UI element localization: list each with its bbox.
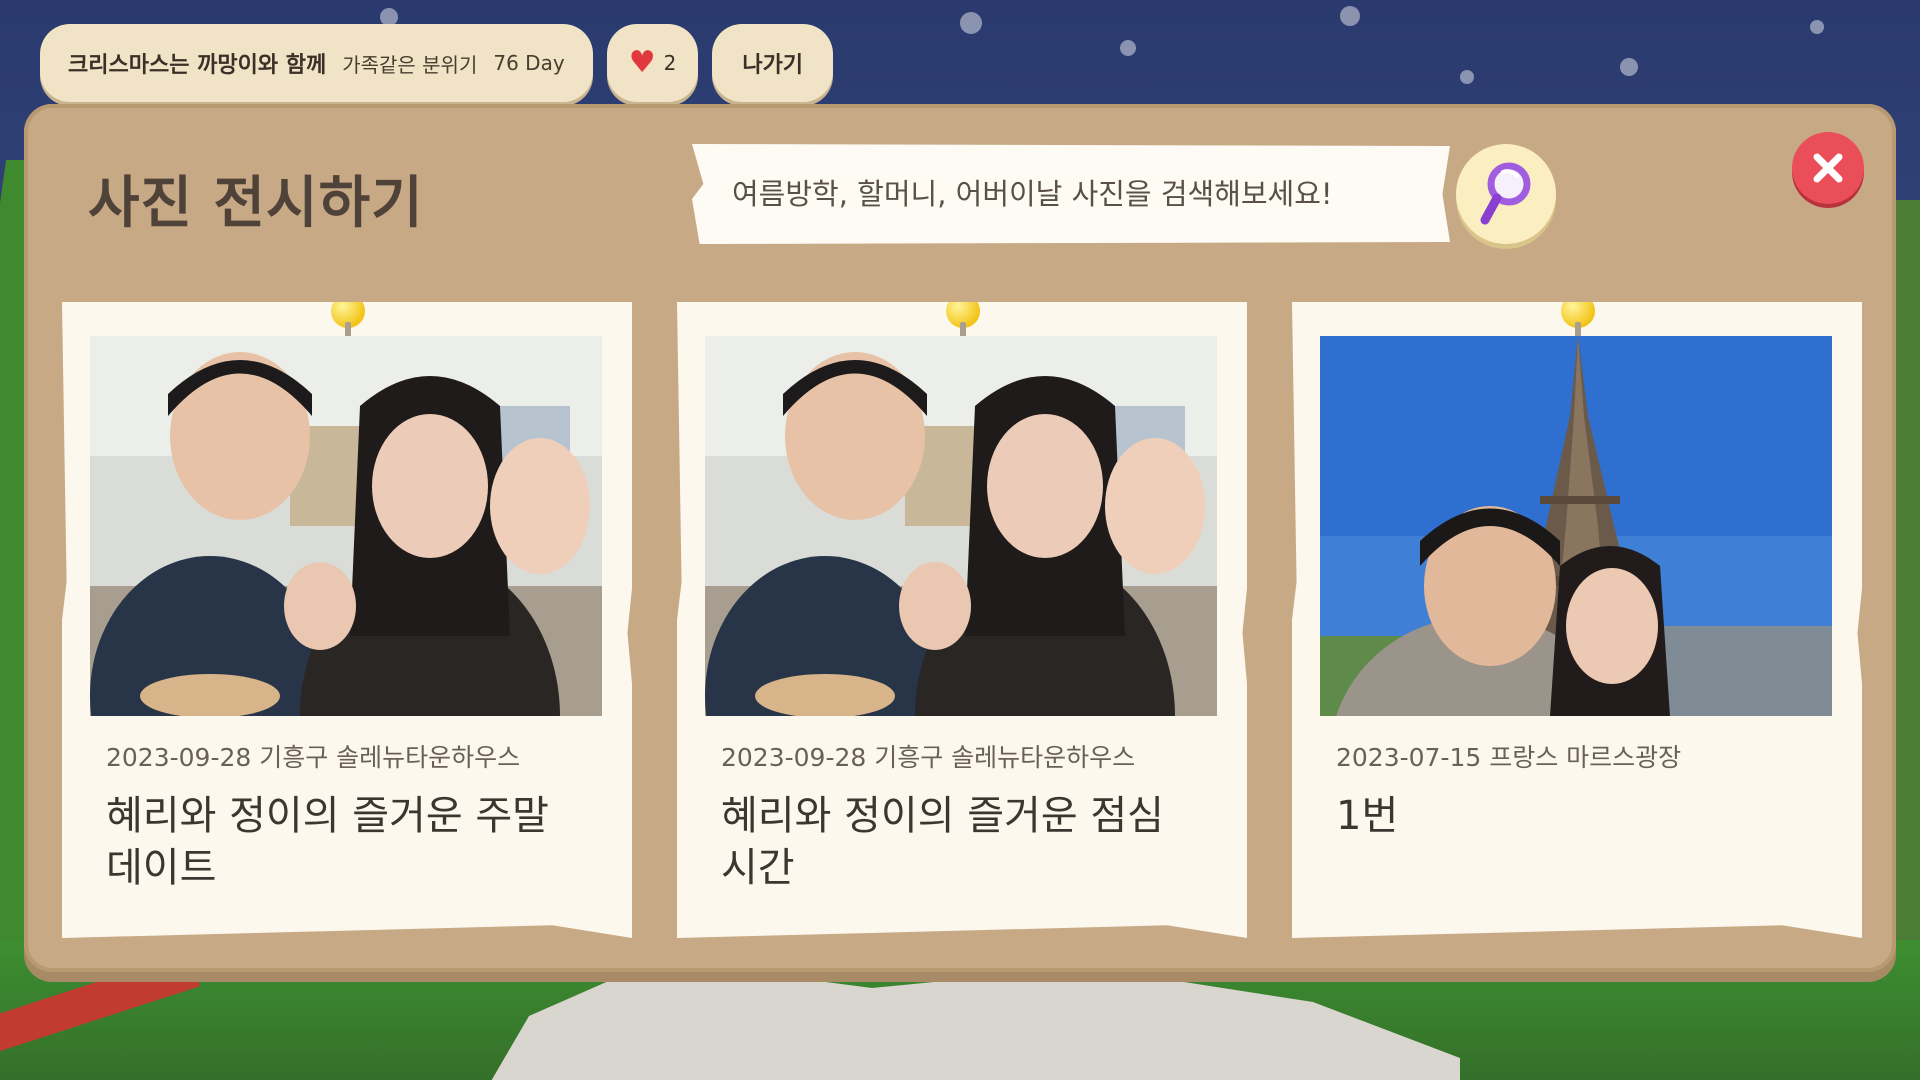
- search-button[interactable]: [1456, 144, 1556, 244]
- couple-cafe-selfie-image: [705, 336, 1217, 716]
- couple-cafe-selfie-image: [90, 336, 602, 716]
- close-button[interactable]: [1792, 132, 1864, 204]
- like-count: 2: [663, 51, 677, 75]
- magnifier-icon: [1480, 162, 1531, 225]
- panel-title: 사진 전시하기: [88, 171, 424, 236]
- snowflake: [1620, 58, 1638, 76]
- heart-icon: ♥: [628, 45, 656, 80]
- photo-caption: 1번: [1336, 793, 1399, 839]
- exit-button[interactable]: 나가기: [712, 24, 834, 102]
- exit-label: 나가기: [742, 53, 804, 78]
- snowflake: [1340, 6, 1360, 26]
- photo-meta: 2023-09-28 기흥구 솔레뉴타운하우스: [106, 743, 521, 772]
- snowflake: [960, 12, 982, 34]
- close-icon: [1813, 153, 1843, 183]
- photo-thumbnail[interactable]: [705, 336, 1217, 716]
- photo-meta: 2023-07-15 프랑스 마르스광장: [1336, 743, 1682, 772]
- room-subtitle: 가족같은 분위기: [342, 52, 478, 77]
- photo-card[interactable]: 2023-07-15 프랑스 마르스광장 1번: [1292, 302, 1862, 938]
- room-info-pill: 크리스마스는 까망이와 함께 가족같은 분위기 76 Day: [40, 24, 593, 102]
- room-title: 크리스마스는 까망이와 함께: [68, 53, 327, 78]
- search-box: [692, 144, 1450, 244]
- search-input[interactable]: [692, 177, 1450, 211]
- top-bar: 크리스마스는 까망이와 함께 가족같은 분위기 76 Day ♥ 2 나가기: [40, 24, 834, 102]
- photo-caption: 혜리와 정이의 즐거운 점심시간: [721, 793, 1164, 891]
- photo-caption: 혜리와 정이의 즐거운 주말 데이트: [106, 793, 549, 891]
- photo-thumbnail[interactable]: [1320, 336, 1832, 716]
- photo-card[interactable]: 2023-09-28 기흥구 솔레뉴타운하우스 혜리와 정이의 즐거운 점심시간: [677, 302, 1247, 938]
- photo-meta: 2023-09-28 기흥구 솔레뉴타운하우스: [721, 743, 1136, 772]
- snowflake: [1460, 70, 1474, 84]
- like-button[interactable]: ♥ 2: [606, 24, 699, 102]
- room-day-count: 76 Day: [493, 51, 565, 75]
- snowflake: [1810, 20, 1824, 34]
- photo-card[interactable]: 2023-09-28 기흥구 솔레뉴타운하우스 혜리와 정이의 즐거운 주말 데…: [62, 302, 632, 938]
- photo-thumbnail[interactable]: [90, 336, 602, 716]
- photo-exhibit-panel: 사진 전시하기 여름방학, 할머니, 어버이날 사진을 검색해보세요! 2023…: [24, 104, 1896, 972]
- snowflake: [1120, 40, 1136, 56]
- couple-eiffel-tower-image: [1320, 336, 1832, 716]
- photo-card-list: 2023-09-28 기흥구 솔레뉴타운하우스 혜리와 정이의 즐거운 주말 데…: [62, 302, 1862, 942]
